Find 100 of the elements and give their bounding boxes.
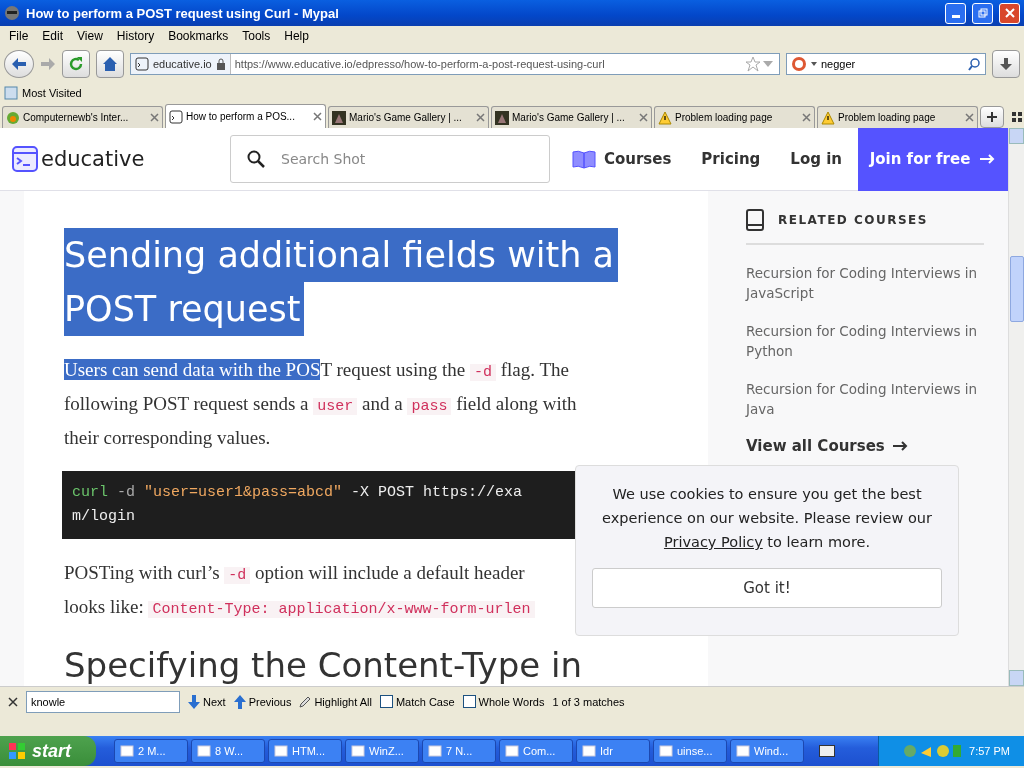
browser-tab[interactable]: Computernewb's Inter...	[2, 106, 163, 128]
taskbar-item[interactable]: Idr	[576, 739, 650, 763]
address-bar[interactable]: educative.io https://www.educative.io/edpresso/how-to-perform-a-post-request-using-curl	[130, 53, 780, 75]
clock: 7:57 PM	[969, 745, 1010, 757]
search-placeholder: Search Shot	[281, 151, 366, 167]
taskbar-item[interactable]: WinZ...	[345, 739, 419, 763]
checkbox[interactable]	[379, 695, 393, 708]
close-icon[interactable]	[313, 112, 322, 121]
dropdown-icon	[811, 62, 817, 66]
nav-link[interactable]: Courses	[571, 149, 672, 169]
window-icon	[582, 744, 596, 758]
warning-icon	[658, 110, 672, 125]
next-button[interactable]: Next	[188, 694, 226, 709]
window-icon	[428, 744, 442, 758]
reload-button[interactable]	[62, 50, 90, 78]
lock-icon	[215, 58, 226, 70]
taskbar-item[interactable]: 8 W...	[191, 739, 265, 763]
menu-item[interactable]: Tools	[235, 29, 278, 43]
close-icon[interactable]	[8, 696, 18, 707]
keyboard-icon[interactable]	[819, 745, 835, 757]
close-button[interactable]	[999, 2, 1020, 24]
course-link[interactable]: Recursion for Coding Interviews in JavaScript	[746, 263, 984, 303]
taskbar-item[interactable]: Wind...	[730, 739, 804, 763]
browser-tab[interactable]: Problem loading page	[654, 106, 815, 128]
marker-icon	[299, 695, 312, 708]
checkbox[interactable]	[462, 695, 476, 708]
thumbnail-icon	[332, 110, 346, 125]
section-heading: Specifying the Content-Type in	[64, 645, 583, 685]
book-icon	[571, 149, 596, 169]
window-icon	[274, 744, 288, 758]
nav-link[interactable]: Log in	[790, 150, 842, 168]
restore-icon	[977, 8, 988, 18]
checkbox-label: Match Case	[395, 695, 455, 708]
back-button[interactable]	[4, 50, 34, 78]
got-it-button[interactable]: Got it!	[592, 568, 942, 608]
menu-item[interactable]: File	[2, 29, 36, 43]
new-tab-button[interactable]	[980, 106, 1004, 128]
window-icon	[505, 744, 519, 758]
browser-tab[interactable]: Mario's Game Gallery | ...	[328, 106, 489, 128]
menu-item[interactable]: View	[70, 29, 110, 43]
checkbox-label: Whole Words	[478, 695, 545, 708]
browser-tab[interactable]: Mario's Game Gallery | ...	[491, 106, 652, 128]
match-count: 1 of 3 matches	[552, 695, 625, 708]
privacy-policy-link[interactable]: Privacy Policy	[663, 534, 763, 550]
menu-item[interactable]: Help	[277, 29, 316, 43]
windows-logo-icon	[8, 742, 26, 760]
menu-item[interactable]: History	[109, 29, 162, 43]
taskbar-item[interactable]: HTM...	[268, 739, 342, 763]
taskbar-item[interactable]: 7 N...	[422, 739, 496, 763]
book-icon	[746, 209, 764, 231]
nav-link[interactable]: Pricing	[701, 150, 761, 168]
logo-text: educative	[41, 147, 145, 171]
close-icon	[1004, 8, 1015, 18]
home-button[interactable]	[96, 50, 124, 78]
arrow-up-icon	[233, 694, 246, 709]
search-icon[interactable]	[968, 57, 981, 71]
minimize-icon	[951, 14, 960, 18]
arrow-down-icon	[188, 694, 200, 709]
taskbar-item[interactable]: uinse...	[653, 739, 727, 763]
download-button[interactable]	[992, 50, 1020, 78]
restore-button[interactable]	[972, 2, 993, 24]
window-icon	[197, 744, 211, 758]
bookmark-link[interactable]: Most Visited	[22, 87, 82, 99]
tab-list-icon[interactable]	[1012, 112, 1022, 122]
search-icon	[247, 150, 265, 168]
tray-icons-drawing	[903, 743, 964, 759]
section-heading: Sending additional fields with a POST request	[64, 228, 668, 336]
minimize-button[interactable]	[945, 2, 966, 24]
window-icon	[120, 744, 134, 758]
view-all-link[interactable]: View all Courses	[746, 437, 984, 455]
site-identity: educative.io	[153, 58, 212, 70]
taskbar-item[interactable]: 2 M...	[114, 739, 188, 763]
home-icon	[102, 56, 118, 72]
start-button[interactable]: start	[0, 736, 96, 766]
sidebar-heading: RELATED COURSES	[778, 213, 928, 227]
menu-item[interactable]: Bookmarks	[161, 29, 236, 43]
course-link[interactable]: Recursion for Coding Interviews in Java	[746, 379, 984, 419]
search-text: negger	[821, 58, 857, 70]
window-icon	[736, 744, 750, 758]
join-button[interactable]: Join for free	[858, 128, 1008, 191]
window-icon	[659, 744, 673, 758]
highlight-all-button[interactable]: Highlight All	[299, 695, 372, 708]
download-icon	[999, 57, 1013, 71]
search-field[interactable]: Search Shot	[230, 135, 550, 183]
scroll-thumb[interactable]	[1009, 256, 1024, 322]
arrow-icon	[892, 440, 909, 452]
find-field[interactable]: knowle	[26, 690, 180, 713]
star-icon[interactable]	[745, 56, 761, 72]
back-arrow-icon	[11, 57, 27, 71]
url-text: https://www.educative.io/edpresso/how-to-perform-a-post-request-using-curl	[233, 58, 606, 70]
arrow-icon	[980, 153, 997, 165]
search-field[interactable]: negger	[786, 53, 986, 75]
taskbar-item[interactable]: Com...	[499, 739, 573, 763]
thumbnail-icon	[495, 110, 509, 125]
browser-tab[interactable]: Problem loading page	[817, 106, 978, 128]
previous-button[interactable]: Previous	[233, 694, 292, 709]
menu-item[interactable]: Edit	[35, 29, 71, 43]
window-icon	[351, 744, 365, 758]
browser-tab[interactable]: How to perform a POS...	[165, 104, 326, 128]
course-link[interactable]: Recursion for Coding Interviews in Python	[746, 321, 984, 361]
